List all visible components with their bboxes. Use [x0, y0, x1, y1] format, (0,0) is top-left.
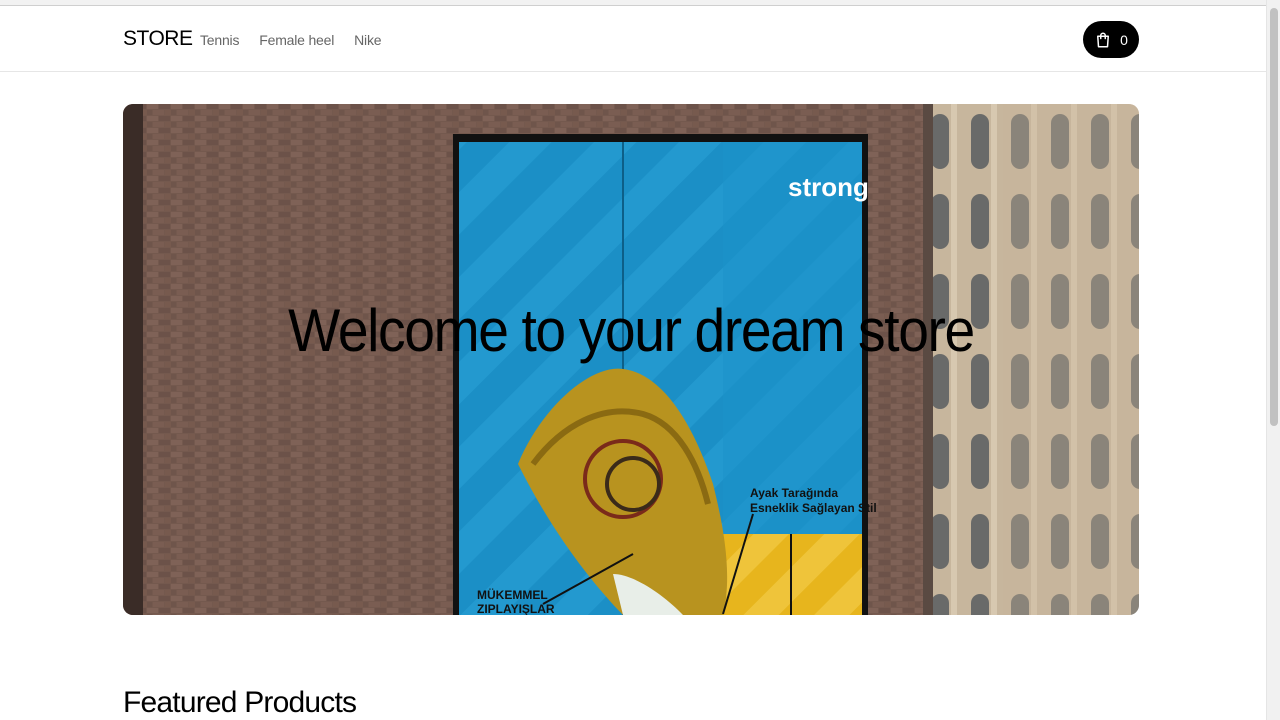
- browser-top-strip: [0, 0, 1266, 6]
- cart-button[interactable]: 0: [1083, 21, 1139, 58]
- featured-products-title: Featured Products: [123, 686, 357, 719]
- hero-title: Welcome to your dream store: [288, 297, 975, 364]
- billboard-text-left-1: MÜKEMMEL: [477, 587, 548, 602]
- billboard-text-left-2: ZIPLAYIŞLAR: [477, 602, 555, 615]
- billboard-text-right-2: Esneklik Sağlayan Stil: [750, 501, 877, 515]
- cart-count: 0: [1120, 31, 1128, 48]
- nav-link-nike[interactable]: Nike: [354, 32, 381, 48]
- billboard-text-right-1: Ayak Tarağında: [750, 486, 838, 500]
- scrollbar-thumb[interactable]: [1270, 8, 1278, 426]
- navbar: STORE Tennis Female heel Nike 0: [0, 7, 1266, 72]
- nav-links: Tennis Female heel Nike: [200, 32, 382, 48]
- shopping-bag-icon: [1097, 32, 1110, 47]
- page-scrollbar[interactable]: [1266, 0, 1280, 720]
- store-logo[interactable]: STORE: [123, 27, 193, 51]
- nav-link-tennis[interactable]: Tennis: [200, 32, 239, 48]
- billboard-brand: strong: [788, 172, 869, 202]
- hero-banner: strong Ayak Tarağında Esneklik Sağlayan …: [123, 104, 1139, 615]
- nav-link-female-heel[interactable]: Female heel: [259, 32, 334, 48]
